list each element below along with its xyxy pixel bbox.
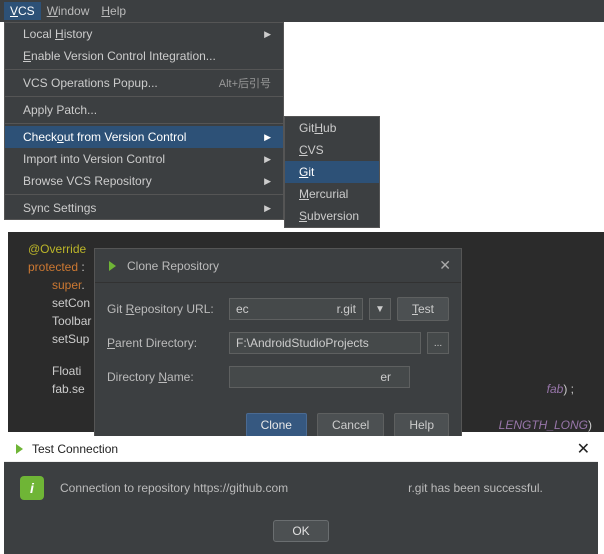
menuitem-import-into-version-control[interactable]: Import into Version Control ▶ xyxy=(5,148,283,170)
test-connection-title: Test Connection xyxy=(32,442,118,456)
vcs-menu-dropdown: Local HistoryLocal History ▶ Enable Vers… xyxy=(4,22,284,220)
clone-button[interactable]: Clone xyxy=(246,413,307,437)
url-dropdown-button[interactable]: ▼ xyxy=(369,298,391,320)
menuitem-browse-vcs-repository[interactable]: Browse VCS Repository ▶ xyxy=(5,170,283,192)
menuitem-vcs-operations-popup[interactable]: VCS Operations Popup... Alt+后引号 xyxy=(5,72,283,94)
close-icon[interactable]: ✕ xyxy=(577,439,590,459)
submenu-item-subversion[interactable]: SubversionSubversion xyxy=(285,205,379,227)
dialog-titlebar: Clone Repository ✕ xyxy=(95,249,461,283)
submenu-item-mercurial[interactable]: MercurialMercurial xyxy=(285,183,379,205)
browse-button[interactable]: ... xyxy=(427,332,449,354)
app-icon xyxy=(105,259,119,273)
menu-bar: VVCSCS WindowWindow HelpHelp xyxy=(0,0,604,22)
url-label: Git Repository URL:Git Repository URL: xyxy=(107,302,223,316)
submenu-arrow-icon: ▶ xyxy=(264,154,271,165)
menu-separator xyxy=(5,123,283,124)
menu-help[interactable]: HelpHelp xyxy=(95,2,132,20)
submenu-arrow-icon: ▶ xyxy=(264,132,271,143)
parent-dir-label: Parent Directory:Parent Directory: xyxy=(107,336,223,350)
menu-separator xyxy=(5,96,283,97)
ok-button[interactable]: OK xyxy=(273,520,328,542)
submenu-arrow-icon: ▶ xyxy=(264,29,271,40)
test-connection-dialog: Test Connection ✕ i Connection to reposi… xyxy=(4,436,598,554)
close-icon[interactable]: ✕ xyxy=(439,257,451,274)
shortcut-label: Alt+后引号 xyxy=(219,75,271,91)
submenu-item-github[interactable]: GitHubGitHub xyxy=(285,117,379,139)
cancel-button[interactable]: Cancel xyxy=(317,413,384,437)
git-url-input[interactable]: ecr.git xyxy=(229,298,363,320)
parent-directory-input[interactable] xyxy=(229,332,421,354)
menu-separator xyxy=(5,194,283,195)
menu-separator xyxy=(5,69,283,70)
app-icon xyxy=(12,442,26,456)
menuitem-apply-patch[interactable]: Apply Patch... xyxy=(5,99,283,121)
menuitem-sync-settings[interactable]: Sync Settings ▶ xyxy=(5,197,283,219)
submenu-item-cvs[interactable]: CVSCVS xyxy=(285,139,379,161)
menu-vcs[interactable]: VVCSCS xyxy=(4,2,41,20)
dialog-title: Clone Repository xyxy=(127,259,219,273)
clone-repository-dialog: Clone Repository ✕ Git Repository URL:Gi… xyxy=(94,248,462,452)
menuitem-checkout-from-version-control[interactable]: Checkout from Version ControlCheckout fr… xyxy=(5,126,283,148)
submenu-arrow-icon: ▶ xyxy=(264,176,271,187)
menu-window[interactable]: WindowWindow xyxy=(41,2,96,20)
connection-message: Connection to repository https://github.… xyxy=(60,481,543,495)
checkout-submenu: GitHubGitHub CVSCVS GitGit MercurialMerc… xyxy=(284,116,380,228)
menuitem-local-history[interactable]: Local HistoryLocal History ▶ xyxy=(5,23,283,45)
directory-name-input[interactable] xyxy=(229,366,410,388)
help-button[interactable]: Help xyxy=(394,413,449,437)
test-button[interactable]: TestTest xyxy=(397,297,449,321)
menuitem-enable-vcs-integration[interactable]: Enable Version Control Integration...Ena… xyxy=(5,45,283,67)
submenu-arrow-icon: ▶ xyxy=(264,203,271,214)
submenu-item-git[interactable]: GitGit xyxy=(285,161,379,183)
info-icon: i xyxy=(20,476,44,500)
directory-name-label: Directory Name:Directory Name: xyxy=(107,370,223,384)
